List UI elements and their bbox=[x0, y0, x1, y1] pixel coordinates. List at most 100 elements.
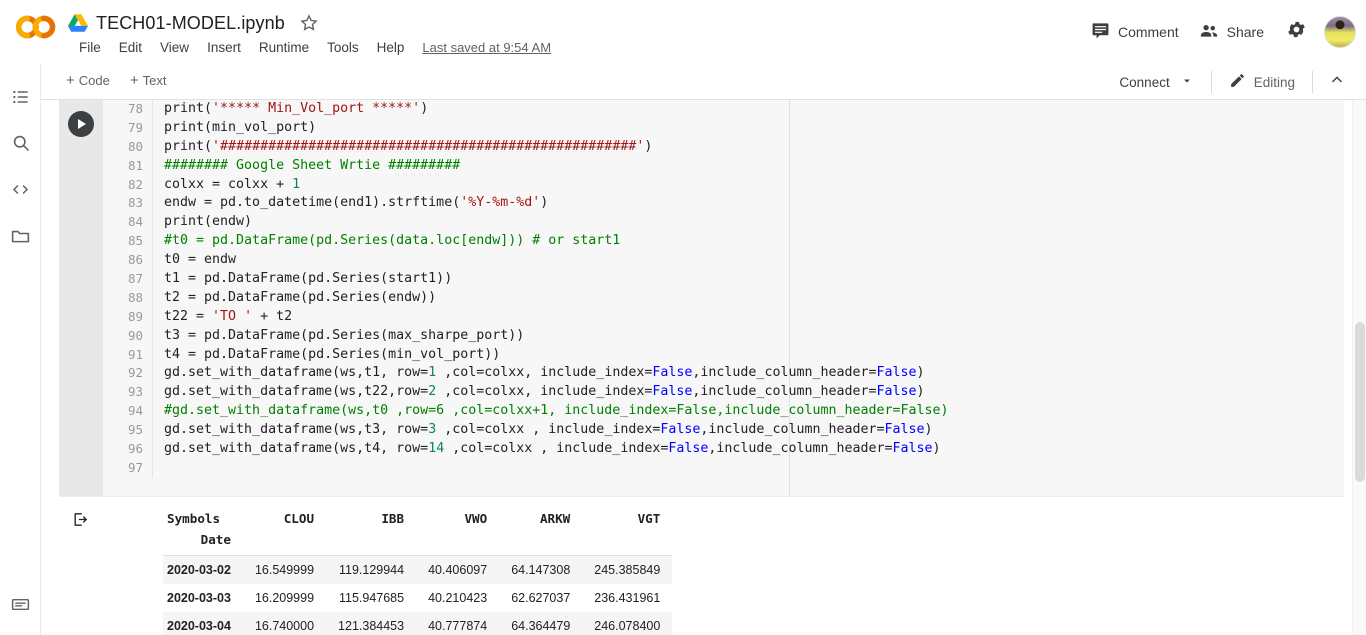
google-drive-icon bbox=[68, 14, 88, 32]
pencil-icon bbox=[1229, 72, 1246, 92]
share-button[interactable]: Share bbox=[1189, 15, 1274, 50]
add-code-cell-button[interactable]: + Code bbox=[58, 70, 118, 91]
collapse-toolbar-button[interactable] bbox=[1322, 68, 1352, 96]
code-line[interactable]: 78 print('***** Min_Vol_port *****') bbox=[103, 100, 1344, 119]
line-content[interactable]: gd.set_with_dataframe(ws,t3, row=3 ,col=… bbox=[153, 421, 933, 440]
line-content[interactable]: print('#################################… bbox=[153, 138, 652, 157]
line-content[interactable]: #t0 = pd.DataFrame(pd.Series(data.loc[en… bbox=[153, 232, 620, 251]
comment-button[interactable]: Comment bbox=[1081, 15, 1189, 49]
code-lines[interactable]: 78 print('***** Min_Vol_port *****') 79 pri… bbox=[103, 100, 1344, 478]
output-arrow-icon bbox=[72, 511, 89, 533]
code-line[interactable]: 79 print(min_vol_port) bbox=[103, 118, 1344, 138]
code-token: '#######################################… bbox=[212, 138, 645, 154]
code-line[interactable]: 85 #t0 = pd.DataFrame(pd.Series(data.loc[… bbox=[103, 232, 1344, 252]
line-content[interactable]: t2 = pd.DataFrame(pd.Series(endw)) bbox=[153, 289, 436, 308]
code-line[interactable]: 96 gd.set_with_dataframe(ws,t4, row=14 ,c… bbox=[103, 440, 1344, 459]
line-content[interactable]: print('***** Min_Vol_port *****') bbox=[153, 100, 428, 119]
code-token: colxx = colxx + bbox=[164, 176, 293, 192]
comment-label: Comment bbox=[1117, 24, 1179, 40]
connect-button[interactable]: Connect bbox=[1111, 69, 1201, 96]
editing-mode-button[interactable]: Editing bbox=[1221, 67, 1303, 97]
sidebar-item-terminal[interactable] bbox=[0, 581, 41, 627]
line-content[interactable] bbox=[153, 459, 164, 478]
code-token: ,include_column_header= bbox=[700, 422, 885, 438]
line-number: 81 bbox=[103, 156, 153, 176]
code-editor[interactable]: 78 print('***** Min_Vol_port *****') 79 pri… bbox=[103, 100, 1344, 496]
dataframe-table: Symbols CLOU IBB VWO ARKW VGT Date 2020-03-0… bbox=[163, 506, 673, 635]
line-content[interactable]: gd.set_with_dataframe(ws,t1, row=1 ,col=… bbox=[153, 364, 925, 383]
code-token: t0 = endw bbox=[164, 252, 237, 268]
code-line[interactable]: 88 t2 = pd.DataFrame(pd.Series(endw)) bbox=[103, 288, 1344, 308]
code-line[interactable]: 97 bbox=[103, 458, 1344, 478]
code-line[interactable]: 87 t1 = pd.DataFrame(pd.Series(start1)) bbox=[103, 270, 1344, 289]
code-line[interactable]: 91 t4 = pd.DataFrame(pd.Series(min_vol_po… bbox=[103, 345, 1344, 365]
dataframe-cell: 16.740000 bbox=[254, 619, 315, 633]
menu-edit[interactable]: Edit bbox=[110, 38, 151, 57]
avatar[interactable] bbox=[1324, 16, 1356, 48]
line-number: 88 bbox=[103, 288, 153, 308]
dataframe-index-sub: Date bbox=[163, 529, 243, 556]
menu-view[interactable]: View bbox=[151, 38, 198, 57]
line-content[interactable]: t1 = pd.DataFrame(pd.Series(start1)) bbox=[153, 270, 452, 289]
code-line[interactable]: 90 t3 = pd.DataFrame(pd.Series(max_sharpe… bbox=[103, 326, 1344, 346]
sidebar-item-files[interactable] bbox=[0, 212, 41, 258]
code-token: False bbox=[652, 365, 693, 381]
code-token: #gd.set_with_dataframe(ws,t0 ,row=6 ,col… bbox=[164, 403, 949, 419]
line-content[interactable]: t0 = endw bbox=[153, 251, 236, 270]
sidebar-item-search[interactable] bbox=[0, 120, 41, 166]
code-line[interactable]: 81 ######## Google Sheet Wrtie ######### bbox=[103, 156, 1344, 176]
code-line[interactable]: 86 t0 = endw bbox=[103, 251, 1344, 271]
code-token: 'TO ' bbox=[212, 308, 253, 324]
line-content[interactable]: gd.set_with_dataframe(ws,t22,row=2 ,col=… bbox=[153, 383, 925, 402]
page-scrollbar-thumb[interactable] bbox=[1355, 322, 1365, 482]
menu-runtime[interactable]: Runtime bbox=[250, 38, 318, 57]
code-line[interactable]: 89 t22 = 'TO ' + t2 bbox=[103, 307, 1344, 327]
settings-button[interactable] bbox=[1278, 14, 1314, 50]
document-title-row: TECH01-MODEL.ipynb bbox=[68, 8, 319, 38]
line-content[interactable]: #gd.set_with_dataframe(ws,t0 ,row=6 ,col… bbox=[153, 402, 949, 421]
code-line[interactable]: 82 colxx = colxx + 1 bbox=[103, 175, 1344, 195]
line-content[interactable]: ######## Google Sheet Wrtie ######### bbox=[153, 157, 460, 176]
colab-logo[interactable] bbox=[14, 12, 58, 42]
dataframe-cell: 64.364479 bbox=[511, 619, 571, 633]
header-actions: Comment Share bbox=[1081, 14, 1356, 50]
line-content[interactable]: gd.set_with_dataframe(ws,t4, row=14 ,col… bbox=[153, 440, 941, 459]
code-token: ) bbox=[916, 384, 925, 400]
line-number: 84 bbox=[103, 213, 153, 233]
output-scroll-area[interactable]: Symbols CLOU IBB VWO ARKW VGT Date 2020-03-0… bbox=[103, 497, 1344, 635]
code-line[interactable]: 83 endw = pd.to_datetime(end1).strftime('… bbox=[103, 194, 1344, 214]
sidebar-item-code-snippets[interactable] bbox=[0, 166, 41, 212]
dataframe-date-row: Date bbox=[163, 529, 673, 556]
line-content[interactable]: t3 = pd.DataFrame(pd.Series(max_sharpe_p… bbox=[153, 327, 524, 346]
line-content[interactable]: endw = pd.to_datetime(end1).strftime('%Y… bbox=[153, 194, 548, 213]
code-token: gd.set_with_dataframe(ws,t3, row= bbox=[164, 422, 429, 438]
code-line[interactable]: 92 gd.set_with_dataframe(ws,t1, row=1 ,co… bbox=[103, 364, 1344, 384]
code-line[interactable]: 84 print(endw) bbox=[103, 213, 1344, 233]
page-title[interactable]: TECH01-MODEL.ipynb bbox=[96, 13, 285, 34]
code-line[interactable]: 94 #gd.set_with_dataframe(ws,t0 ,row=6 ,c… bbox=[103, 402, 1344, 422]
line-content[interactable]: print(min_vol_port) bbox=[153, 119, 316, 138]
sidebar-item-table-of-contents[interactable] bbox=[0, 74, 41, 120]
line-content[interactable]: colxx = colxx + 1 bbox=[153, 176, 300, 195]
notebook-toolbar: + Code + Text Connect Editing bbox=[0, 64, 1366, 100]
dataframe-cell: 119.129944 bbox=[338, 563, 405, 577]
line-content[interactable]: t4 = pd.DataFrame(pd.Series(min_vol_port… bbox=[153, 346, 500, 365]
editing-label: Editing bbox=[1253, 74, 1295, 90]
code-line[interactable]: 80 print('###############################… bbox=[103, 137, 1344, 157]
add-text-cell-button[interactable]: + Text bbox=[122, 70, 175, 91]
star-outline-icon[interactable] bbox=[299, 13, 319, 33]
menu-file[interactable]: File bbox=[70, 38, 110, 57]
line-number: 87 bbox=[103, 270, 153, 289]
line-content[interactable]: print(endw) bbox=[153, 213, 252, 232]
menu-tools[interactable]: Tools bbox=[318, 38, 368, 57]
code-line[interactable]: 93 gd.set_with_dataframe(ws,t22,row=2 ,co… bbox=[103, 383, 1344, 403]
last-saved-label[interactable]: Last saved at 9:54 AM bbox=[422, 40, 551, 55]
play-icon[interactable] bbox=[68, 111, 94, 137]
toolbar-divider bbox=[1210, 71, 1212, 93]
menu-insert[interactable]: Insert bbox=[198, 38, 250, 57]
code-line[interactable]: 95 gd.set_with_dataframe(ws,t3, row=3 ,co… bbox=[103, 421, 1344, 441]
line-content[interactable]: t22 = 'TO ' + t2 bbox=[153, 308, 292, 327]
notebook-scroll-area[interactable]: 78 print('***** Min_Vol_port *****') 79 pri… bbox=[41, 100, 1366, 635]
page-scrollbar[interactable] bbox=[1352, 100, 1366, 635]
menu-help[interactable]: Help bbox=[368, 38, 414, 57]
